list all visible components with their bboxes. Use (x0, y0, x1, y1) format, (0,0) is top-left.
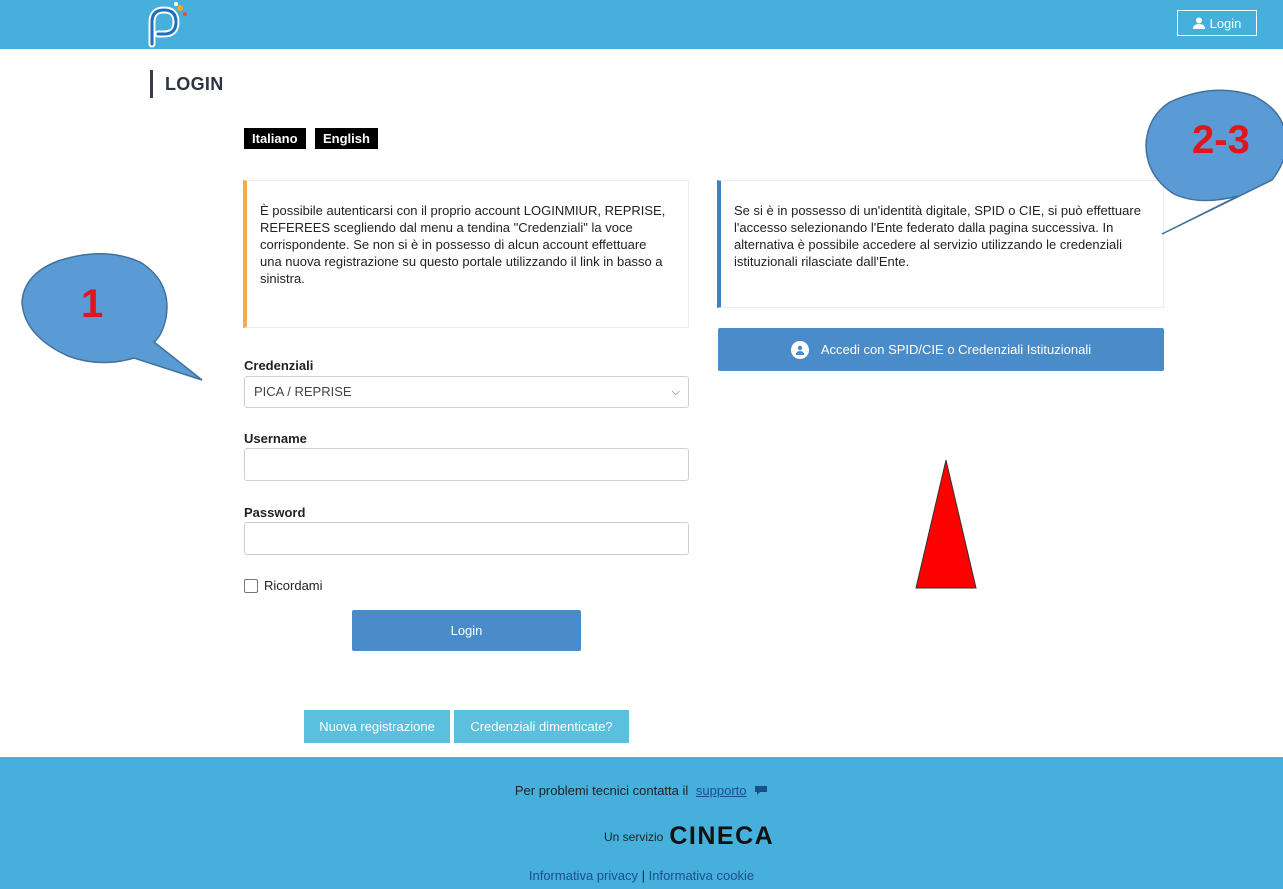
spid-info-text: Se si è in possesso di un'identità digit… (734, 203, 1141, 269)
support-link[interactable]: supporto (696, 783, 747, 798)
credentials-info-box: È possibile autenticarsi con il proprio … (243, 180, 689, 328)
footer-links: Informativa privacy | Informativa cookie (0, 868, 1283, 883)
forgot-credentials-button[interactable]: Credenziali dimenticate? (454, 710, 629, 743)
username-input[interactable] (244, 448, 689, 481)
footer-separator: | (641, 868, 645, 883)
lang-italiano[interactable]: Italiano (244, 128, 306, 149)
remember-checkbox[interactable] (244, 578, 258, 593)
chevron-down-icon: ⌵ (671, 386, 680, 398)
lang-english[interactable]: English (315, 128, 378, 149)
user-icon (1192, 17, 1205, 29)
spid-info-box: Se si è in possesso di un'identità digit… (717, 180, 1164, 308)
top-bar (0, 0, 1283, 49)
credentials-selected-value: PICA / REPRISE (254, 384, 352, 399)
privacy-link[interactable]: Informativa privacy (529, 868, 638, 883)
login-button[interactable]: Login (352, 610, 581, 651)
footer-support: Per problemi tecnici contatta il support… (0, 783, 1283, 798)
new-registration-button[interactable]: Nuova registrazione (304, 710, 450, 743)
page-title: LOGIN (150, 70, 224, 98)
cineca-logo[interactable]: CINECA (669, 822, 774, 851)
support-text: Per problemi tecnici contatta il (514, 783, 689, 798)
remember-me: Ricordami (244, 578, 323, 593)
spid-button-label: Accedi con SPID/CIE o Credenziali Istitu… (820, 342, 1092, 357)
app-logo[interactable] (138, 0, 190, 49)
annotation-overlay (21, 89, 1283, 589)
header-login-button[interactable]: Login (1177, 10, 1257, 36)
username-label: Username (244, 431, 307, 446)
footer-service: Un servizio CINECA (604, 822, 774, 851)
remember-label: Ricordami (264, 578, 323, 593)
credentials-info-text: È possibile autenticarsi con il proprio … (260, 203, 666, 286)
credentials-select[interactable]: PICA / REPRISE ⌵ (244, 376, 689, 408)
spid-cie-login-button[interactable]: Accedi con SPID/CIE o Credenziali Istitu… (718, 328, 1164, 371)
header-login-label: Login (1209, 15, 1242, 31)
password-label: Password (244, 505, 306, 520)
callout-1-bubble (21, 253, 203, 381)
password-input[interactable] (244, 522, 689, 555)
credentials-label: Credenziali (244, 358, 314, 373)
red-arrow (915, 459, 977, 589)
callout-1-label: 1 (81, 282, 104, 326)
callout-2-label: 2-3 (1192, 118, 1250, 162)
chat-bubble-icon (755, 786, 768, 795)
user-circle-icon (790, 340, 809, 359)
cookie-link[interactable]: Informativa cookie (649, 868, 755, 883)
service-text: Un servizio (604, 829, 664, 844)
